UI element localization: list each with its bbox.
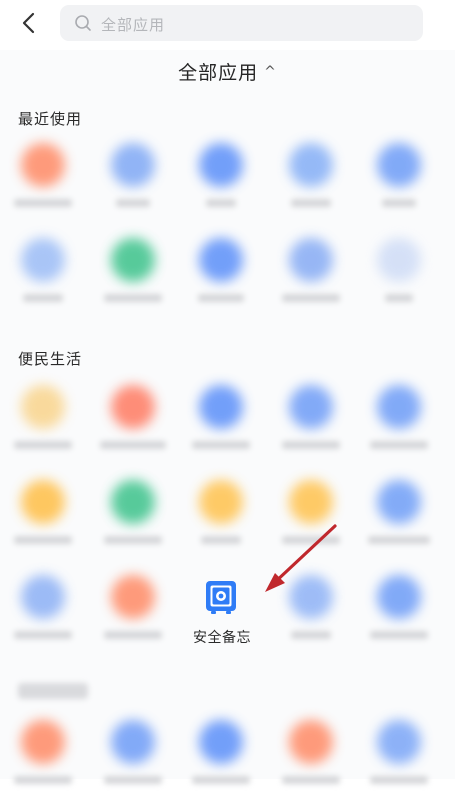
app-tile[interactable] — [102, 480, 164, 560]
app-tile[interactable] — [280, 385, 342, 465]
app-tile[interactable] — [102, 238, 164, 318]
safe-icon — [206, 581, 236, 614]
section-heading-recent: 最近使用 — [18, 110, 83, 128]
app-tile[interactable] — [100, 385, 166, 465]
section-heading-convenience: 便民生活 — [18, 350, 83, 368]
app-tile[interactable] — [12, 385, 74, 465]
app-tile[interactable] — [368, 143, 430, 223]
annotation-arrow-icon — [265, 524, 337, 592]
app-tile[interactable] — [102, 720, 164, 800]
search-placeholder: 全部应用 — [101, 16, 166, 34]
app-tile[interactable] — [12, 575, 74, 655]
app-tile[interactable] — [368, 238, 430, 318]
back-button[interactable] — [14, 8, 44, 38]
search-icon — [75, 15, 91, 31]
app-tile[interactable] — [12, 143, 74, 223]
app-tile[interactable] — [368, 720, 430, 800]
section-heading-blurred — [18, 683, 88, 699]
panel-title-text: 全部应用 — [178, 62, 259, 84]
app-tile[interactable] — [190, 143, 252, 223]
safe-memo-label: 安全备忘 — [193, 630, 251, 646]
top-bar: 全部应用 — [0, 0, 455, 50]
app-tile[interactable] — [280, 720, 342, 800]
search-input[interactable]: 全部应用 — [60, 5, 423, 41]
app-tile[interactable] — [368, 480, 430, 560]
chevron-left-icon — [22, 12, 35, 34]
app-tile[interactable] — [190, 480, 252, 560]
app-tile[interactable] — [102, 143, 164, 223]
app-tile[interactable] — [190, 385, 252, 465]
app-tile[interactable] — [280, 143, 342, 223]
app-tile[interactable] — [190, 720, 252, 800]
app-tile[interactable] — [12, 480, 74, 560]
app-tile[interactable] — [12, 720, 74, 800]
panel-title[interactable]: 全部应用 ^ — [0, 58, 455, 85]
safe-memo-app[interactable]: 安全备忘 — [182, 575, 262, 655]
app-tile[interactable] — [280, 238, 342, 318]
app-tile[interactable] — [368, 385, 430, 465]
caret-up-icon: ^ — [264, 64, 277, 80]
app-tile[interactable] — [368, 575, 430, 655]
app-tile[interactable] — [102, 575, 164, 655]
app-tile[interactable] — [190, 238, 252, 318]
app-tile[interactable] — [12, 238, 74, 318]
